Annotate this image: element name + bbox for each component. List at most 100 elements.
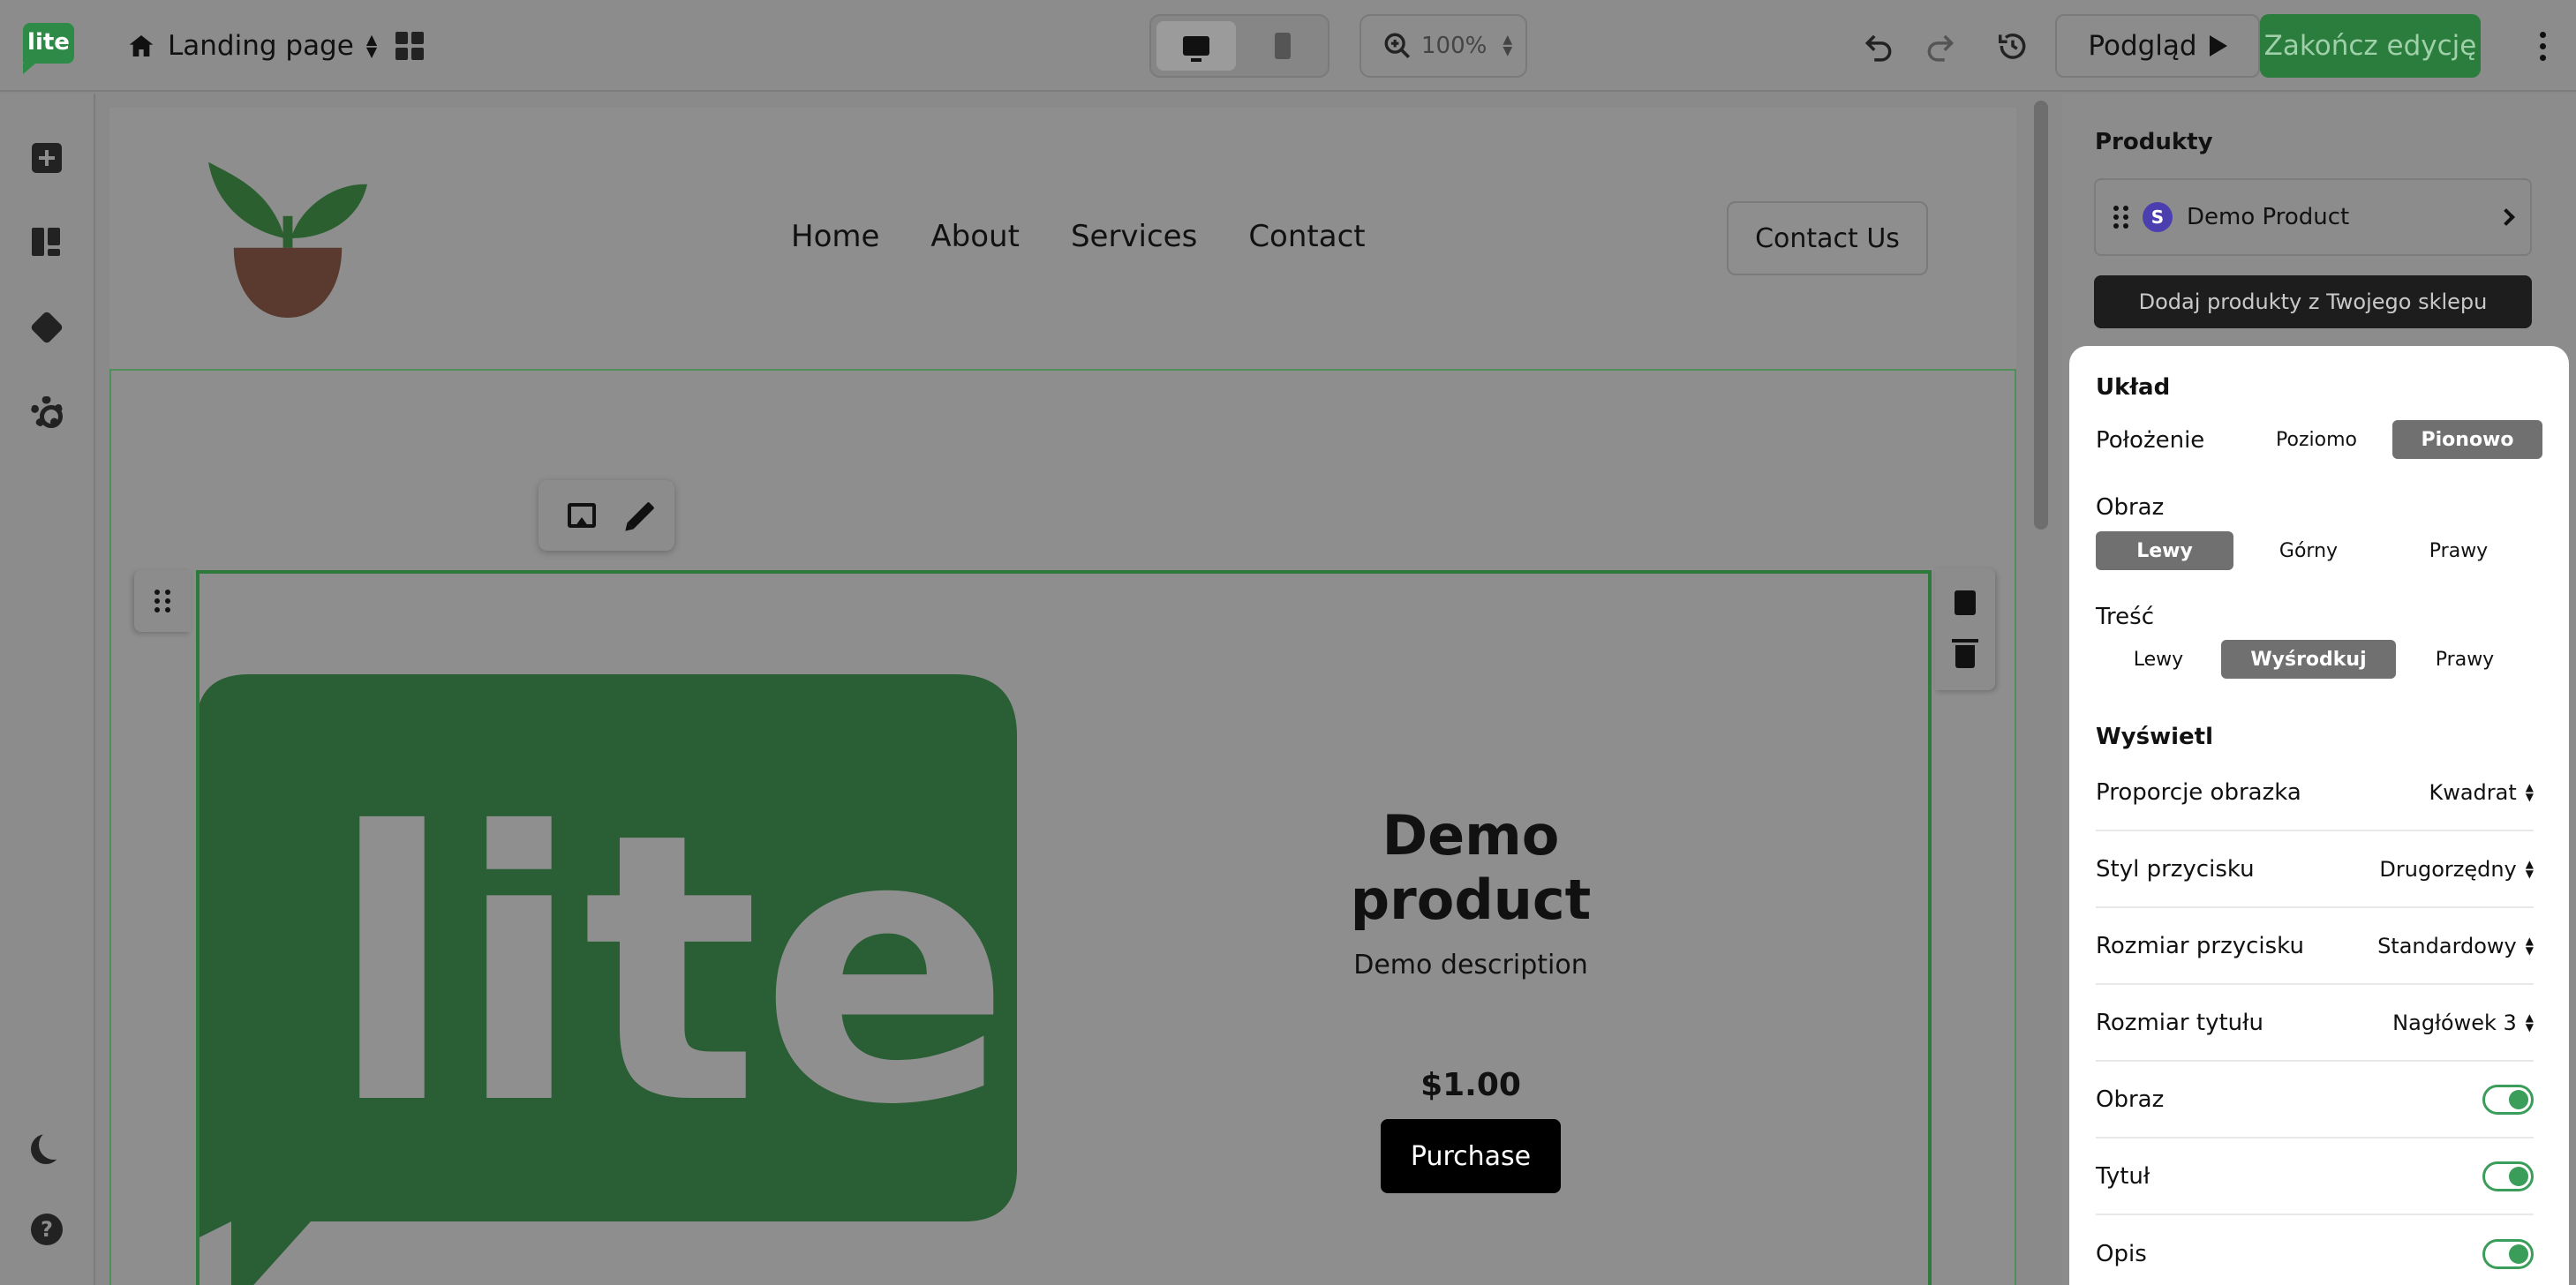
add-products-button[interactable]: Dodaj produkty z Twojego sklepu — [2094, 275, 2532, 328]
plant-logo — [208, 162, 367, 318]
content-segmented: Lewy Wyśrodkuj Prawy — [2096, 640, 2534, 679]
products-heading: Produkty — [2095, 129, 2213, 155]
product-section[interactable]: lite Demo product Demo description $1.00… — [109, 371, 2016, 1285]
top-toolbar: lite Landing page ▲ ▼ 100% ▲ ▼ Podgląd Zak… — [0, 0, 2576, 92]
preview-label: Podgląd — [2088, 30, 2197, 62]
nav-contact[interactable]: Contact — [1248, 219, 1365, 254]
image-right[interactable]: Prawy — [2384, 531, 2534, 570]
help-button[interactable]: ? — [25, 1207, 69, 1251]
site-header[interactable]: Home About Services Contact Contact Us — [109, 108, 2016, 371]
add-icon — [32, 143, 62, 173]
product-list-item[interactable]: S Demo Product — [2094, 178, 2532, 256]
content-label: Treść — [2096, 604, 2155, 630]
app-logo[interactable]: lite — [23, 23, 74, 74]
position-vertical[interactable]: Pionowo — [2392, 420, 2542, 459]
position-segmented: Poziomo Pionowo — [2241, 420, 2542, 459]
product-price: $1.00 — [1420, 1067, 1521, 1103]
select-value: Kwadrat — [2429, 780, 2517, 805]
design-button[interactable] — [25, 305, 69, 349]
pages-grid-icon[interactable] — [394, 30, 426, 62]
image-ratio-select[interactable]: Proporcje obrazka Kwadrat ▲ ▼ — [2096, 755, 2534, 831]
product-image: lite — [200, 674, 1017, 1285]
select-label: Rozmiar tytułu — [2096, 1010, 2264, 1036]
content-left[interactable]: Lewy — [2096, 640, 2221, 679]
show-title-toggle[interactable] — [2482, 1161, 2534, 1191]
properties-panel: Produkty S Demo Product Dodaj produkty z… — [2062, 94, 2576, 1285]
zoom-in-icon — [1384, 33, 1411, 59]
nav-home[interactable]: Home — [791, 219, 879, 254]
stripe-badge-icon: S — [2143, 202, 2173, 232]
page-name: Landing page — [168, 30, 354, 62]
toggle-label: Opis — [2096, 1241, 2147, 1267]
finish-editing-button[interactable]: Zakończ edycję — [2260, 14, 2481, 78]
position-label: Położenie — [2096, 427, 2205, 454]
product-description: Demo description — [1353, 950, 1588, 981]
select-value: Drugorzędny — [2379, 857, 2517, 882]
content-center[interactable]: Wyśrodkuj — [2221, 640, 2396, 679]
edit-pencil-icon[interactable] — [627, 501, 655, 530]
image-top[interactable]: Górny — [2233, 531, 2384, 570]
paint-brush-icon — [29, 310, 64, 345]
desktop-view-button[interactable] — [1156, 21, 1236, 71]
display-heading: Wyświetl — [2096, 724, 2214, 750]
sort-icon: ▲ ▼ — [2525, 1011, 2534, 1033]
sort-icon: ▲ ▼ — [365, 31, 378, 60]
position-horizontal[interactable]: Poziomo — [2241, 420, 2392, 459]
drag-handle-icon[interactable] — [134, 570, 191, 632]
product-block[interactable]: lite Demo product Demo description $1.00… — [196, 570, 1932, 1285]
page-selector[interactable]: Landing page ▲ ▼ — [127, 25, 377, 67]
home-icon — [129, 35, 154, 56]
block-actions — [1935, 568, 1995, 690]
undo-button[interactable] — [1857, 25, 1900, 67]
gear-icon — [31, 396, 63, 428]
select-label: Proporcje obrazka — [2096, 779, 2301, 806]
more-menu-icon[interactable] — [2534, 25, 2551, 67]
select-value: Nagłówek 3 — [2392, 1011, 2517, 1035]
show-image-toggle[interactable] — [2482, 1085, 2534, 1115]
redo-button[interactable] — [1919, 25, 1962, 67]
zoom-select[interactable]: 100% ▲ ▼ — [1360, 14, 1527, 78]
product-item-name: Demo Product — [2187, 204, 2350, 230]
image-left[interactable]: Lewy — [2096, 531, 2233, 570]
select-value: Standardowy — [2377, 934, 2517, 958]
mobile-view-button[interactable] — [1243, 21, 1322, 71]
canvas-scrollbar[interactable] — [2034, 101, 2048, 530]
settings-button[interactable] — [25, 390, 69, 434]
product-info: Demo product Demo description $1.00 Purc… — [1285, 803, 1656, 1193]
button-style-select[interactable]: Styl przycisku Drugorzędny ▲ ▼ — [2096, 832, 2534, 908]
image-segmented: Lewy Górny Prawy — [2096, 531, 2534, 570]
dashboard-icon — [32, 228, 62, 258]
trash-icon[interactable] — [1952, 639, 1978, 668]
undo-icon — [1864, 34, 1892, 62]
nav-services[interactable]: Services — [1071, 219, 1197, 254]
layout-settings-card: Układ Położenie Poziomo Pionowo Obraz Le… — [2069, 346, 2569, 1285]
history-button[interactable] — [1992, 25, 2034, 67]
left-sidebar: ? — [0, 94, 95, 1285]
button-size-select[interactable]: Rozmiar przycisku Standardowy ▲ ▼ — [2096, 909, 2534, 985]
content-right[interactable]: Prawy — [2396, 640, 2534, 679]
contact-us-button[interactable]: Contact Us — [1727, 201, 1928, 275]
product-image-text: lite — [328, 755, 1012, 1186]
site-nav: Home About Services Contact — [791, 219, 1366, 254]
drag-handle-icon[interactable] — [2113, 206, 2128, 229]
select-label: Rozmiar przycisku — [2096, 933, 2304, 959]
toggle-label: Obraz — [2096, 1086, 2165, 1113]
duplicate-icon[interactable] — [1955, 590, 1976, 615]
select-label: Styl przycisku — [2096, 856, 2255, 883]
moon-icon — [39, 1130, 69, 1160]
chevron-right-icon — [2497, 208, 2515, 226]
image-icon[interactable] — [568, 503, 596, 528]
editor-canvas[interactable]: Home About Services Contact Contact Us l… — [109, 108, 2016, 1285]
nav-about[interactable]: About — [930, 219, 1020, 254]
layout-heading: Układ — [2096, 374, 2171, 401]
play-icon — [2209, 35, 2227, 56]
preview-button[interactable]: Podgląd — [2055, 14, 2260, 78]
layout-button[interactable] — [25, 221, 69, 265]
dark-mode-button[interactable] — [25, 1123, 69, 1167]
add-block-button[interactable] — [25, 136, 69, 180]
purchase-button[interactable]: Purchase — [1381, 1119, 1561, 1193]
image-label: Obraz — [2096, 494, 2165, 521]
show-description-toggle[interactable] — [2482, 1239, 2534, 1269]
title-size-select[interactable]: Rozmiar tytułu Nagłówek 3 ▲ ▼ — [2096, 986, 2534, 1062]
show-description-row: Opis — [2096, 1216, 2534, 1285]
